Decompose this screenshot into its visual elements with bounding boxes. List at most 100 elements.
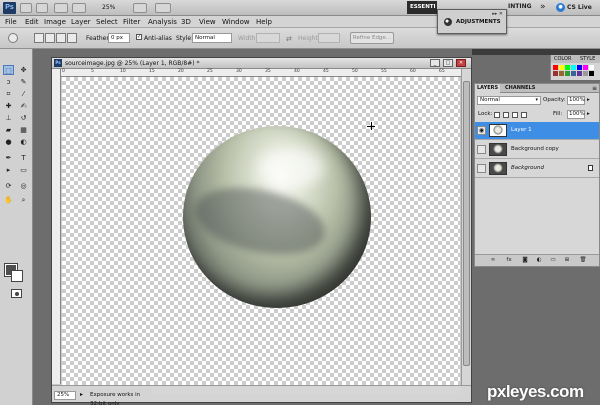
- width-input[interactable]: [256, 33, 280, 43]
- workspace-painting[interactable]: INTING: [508, 3, 532, 10]
- menu-3d[interactable]: 3D: [181, 17, 191, 27]
- new-layer-icon[interactable]: ⊞: [563, 257, 571, 264]
- zoom-tool-icon[interactable]: [72, 3, 86, 13]
- color-swatch[interactable]: [577, 65, 582, 70]
- opacity-arrow-icon[interactable]: ▸: [587, 96, 590, 105]
- intersect-selection-icon[interactable]: [67, 33, 77, 43]
- status-menu-arrow-icon[interactable]: ▸: [80, 391, 83, 398]
- shape-tool-icon[interactable]: ▭: [18, 165, 29, 175]
- adjustment-icon[interactable]: ◐: [535, 257, 543, 264]
- ruler-horizontal[interactable]: 0 5 10 15 20 25 30 35 40 45 50 55 60 65: [61, 69, 461, 77]
- tab-channels[interactable]: CHANNELS: [503, 84, 537, 93]
- type-tool-icon[interactable]: T: [18, 153, 29, 163]
- 3d-rotate-tool-icon[interactable]: ⟳: [3, 181, 14, 191]
- menu-edit[interactable]: Edit: [25, 17, 39, 27]
- color-swatch[interactable]: [559, 65, 564, 70]
- marquee-tool-icon[interactable]: ⬚: [3, 65, 14, 75]
- document-title-bar[interactable]: Ps sourceimage.jpg @ 25% (Layer 1, RGB/8…: [52, 58, 471, 69]
- color-swatch[interactable]: [571, 65, 576, 70]
- opacity-input[interactable]: 100%: [567, 96, 585, 105]
- menu-image[interactable]: Image: [44, 17, 66, 27]
- menu-view[interactable]: View: [199, 17, 216, 27]
- lock-all-icon[interactable]: [521, 112, 527, 118]
- horizontal-scrollbar[interactable]: [152, 385, 461, 394]
- subtract-selection-icon[interactable]: [56, 33, 66, 43]
- menu-select[interactable]: Select: [96, 17, 118, 27]
- color-swatch[interactable]: [553, 71, 558, 76]
- canvas-transparent-area[interactable]: [62, 77, 460, 385]
- color-swatch[interactable]: [577, 71, 582, 76]
- panel-menu-icon[interactable]: ≡: [592, 84, 597, 93]
- crop-tool-icon[interactable]: ⌗: [3, 89, 14, 99]
- healing-tool-icon[interactable]: ✚: [3, 101, 14, 111]
- color-swatch[interactable]: [565, 71, 570, 76]
- layer-row[interactable]: Background copy: [475, 141, 599, 159]
- color-swatch[interactable]: [589, 65, 594, 70]
- color-swatch[interactable]: [571, 71, 576, 76]
- fx-icon[interactable]: fx: [505, 257, 513, 264]
- tab-layers[interactable]: LAYERS: [475, 84, 501, 93]
- bridge-icon[interactable]: [20, 3, 32, 13]
- color-swatch[interactable]: [583, 65, 588, 70]
- eyedropper-tool-icon[interactable]: ⁄: [18, 89, 29, 99]
- new-selection-icon[interactable]: [34, 33, 44, 43]
- eye-icon-hidden[interactable]: [477, 164, 486, 173]
- cs-live-button[interactable]: ● CS Live: [556, 2, 600, 14]
- move-tool-icon[interactable]: ✥: [18, 65, 29, 75]
- zoom-tool-icon-2[interactable]: ⌕: [18, 195, 29, 205]
- menu-filter[interactable]: Filter: [123, 17, 140, 27]
- dodge-tool-icon[interactable]: ◐: [18, 137, 29, 147]
- link-icon[interactable]: ∞: [489, 257, 497, 264]
- ruler-vertical[interactable]: [52, 69, 61, 384]
- menu-layer[interactable]: Layer: [71, 17, 91, 27]
- menu-window[interactable]: Window: [222, 17, 250, 27]
- vertical-scrollbar[interactable]: [461, 69, 471, 385]
- pen-tool-icon[interactable]: ✒: [3, 153, 14, 163]
- eye-icon[interactable]: ◉: [477, 126, 486, 135]
- eye-icon-hidden[interactable]: [477, 145, 486, 154]
- blur-tool-icon[interactable]: ●: [3, 137, 14, 147]
- style-dropdown[interactable]: Normal: [192, 33, 232, 43]
- adjustments-title[interactable]: ADJUSTMENTS: [456, 19, 501, 25]
- layer-row[interactable]: Background: [475, 160, 599, 178]
- menu-help[interactable]: Help: [256, 17, 272, 27]
- zoom-level-dropdown[interactable]: 25%: [100, 3, 128, 13]
- arrange-documents-icon[interactable]: [133, 3, 147, 13]
- add-selection-icon[interactable]: [45, 33, 55, 43]
- trash-icon[interactable]: 🗑: [579, 257, 587, 264]
- marquee-preset-icon[interactable]: [8, 33, 18, 43]
- hand-tool-icon[interactable]: ✋: [3, 195, 14, 205]
- color-swatch[interactable]: [589, 71, 594, 76]
- lasso-tool-icon[interactable]: ↄ: [3, 77, 14, 87]
- stone-sphere-image[interactable]: [183, 126, 371, 308]
- brush-tool-icon[interactable]: ✍: [18, 101, 29, 111]
- guides-icon[interactable]: [54, 3, 68, 13]
- adjustments-icon[interactable]: [444, 18, 452, 26]
- vertical-scroll-thumb[interactable]: [463, 81, 470, 366]
- fill-input[interactable]: 100%: [567, 110, 585, 119]
- document-zoom-field[interactable]: 25%: [54, 391, 76, 400]
- layer-row[interactable]: ◉ Layer 1: [475, 122, 599, 140]
- fill-arrow-icon[interactable]: ▸: [587, 110, 590, 119]
- folder-icon[interactable]: ▭: [549, 257, 557, 264]
- antialias-checkbox[interactable]: ✓: [136, 34, 142, 40]
- workspace-more-chevron[interactable]: »: [540, 2, 546, 12]
- path-select-tool-icon[interactable]: ▸: [3, 165, 14, 175]
- history-brush-tool-icon[interactable]: ↺: [18, 113, 29, 123]
- lock-transparency-icon[interactable]: [494, 112, 500, 118]
- workspace-essentials[interactable]: ESSENTI: [407, 1, 437, 14]
- background-color-swatch[interactable]: [11, 270, 23, 282]
- swap-icon[interactable]: ⇄: [286, 35, 292, 43]
- minibridge-icon[interactable]: [36, 3, 48, 13]
- height-input[interactable]: [318, 33, 340, 43]
- color-swatch[interactable]: [559, 71, 564, 76]
- tab-styles[interactable]: STYLE: [580, 55, 595, 63]
- color-swatch[interactable]: [583, 71, 588, 76]
- close-button[interactable]: ✕: [456, 59, 466, 67]
- clone-stamp-tool-icon[interactable]: ⊥: [3, 113, 14, 123]
- mask-icon[interactable]: ◙: [521, 257, 529, 264]
- tab-color[interactable]: COLOR: [554, 55, 571, 63]
- screen-mode-icon[interactable]: [155, 3, 171, 13]
- quick-select-tool-icon[interactable]: ✎: [18, 77, 29, 87]
- quick-mask-icon[interactable]: [11, 289, 22, 298]
